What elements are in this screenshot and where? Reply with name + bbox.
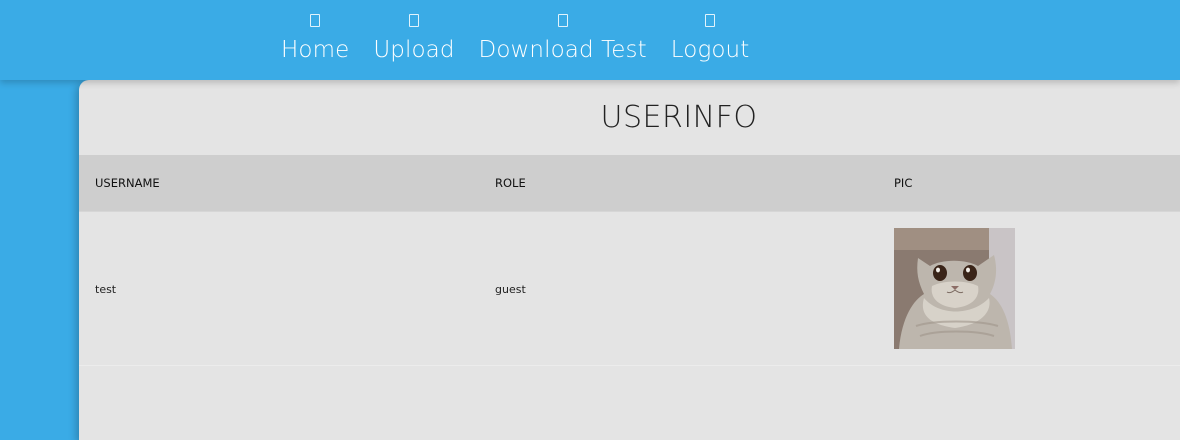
nav-label-download-test: Download Test bbox=[478, 37, 647, 63]
cat-picture bbox=[894, 228, 1015, 349]
table-header: USERNAME ROLE PIC bbox=[79, 155, 1180, 211]
cell-username: test bbox=[95, 283, 117, 296]
nav-label-home: Home bbox=[281, 37, 350, 63]
cell-role: guest bbox=[495, 283, 526, 296]
column-header-username: USERNAME bbox=[95, 176, 160, 190]
nav-item-download-test[interactable]: Download Test bbox=[479, 0, 647, 63]
upload-icon bbox=[408, 14, 419, 27]
nav-item-logout[interactable]: Logout bbox=[671, 0, 750, 63]
table-row: test guest bbox=[79, 211, 1180, 366]
page-title: USERINFO bbox=[600, 100, 758, 135]
nav-item-upload[interactable]: Upload bbox=[373, 0, 454, 63]
logout-icon bbox=[705, 14, 716, 27]
home-icon bbox=[310, 14, 321, 27]
nav-label-upload: Upload bbox=[373, 37, 455, 63]
download-icon bbox=[557, 14, 568, 27]
nav-label-logout: Logout bbox=[670, 37, 750, 63]
top-navigation-bar: Home Upload Download Test Logout bbox=[0, 0, 1180, 80]
user-avatar-picture bbox=[894, 228, 1015, 349]
nav-item-home[interactable]: Home bbox=[281, 0, 349, 63]
userinfo-panel: USERINFO USERNAME ROLE PIC test guest bbox=[79, 80, 1180, 440]
column-header-pic: PIC bbox=[894, 176, 913, 190]
nav-menu: Home Upload Download Test Logout bbox=[281, 0, 749, 63]
column-header-role: ROLE bbox=[495, 176, 526, 190]
